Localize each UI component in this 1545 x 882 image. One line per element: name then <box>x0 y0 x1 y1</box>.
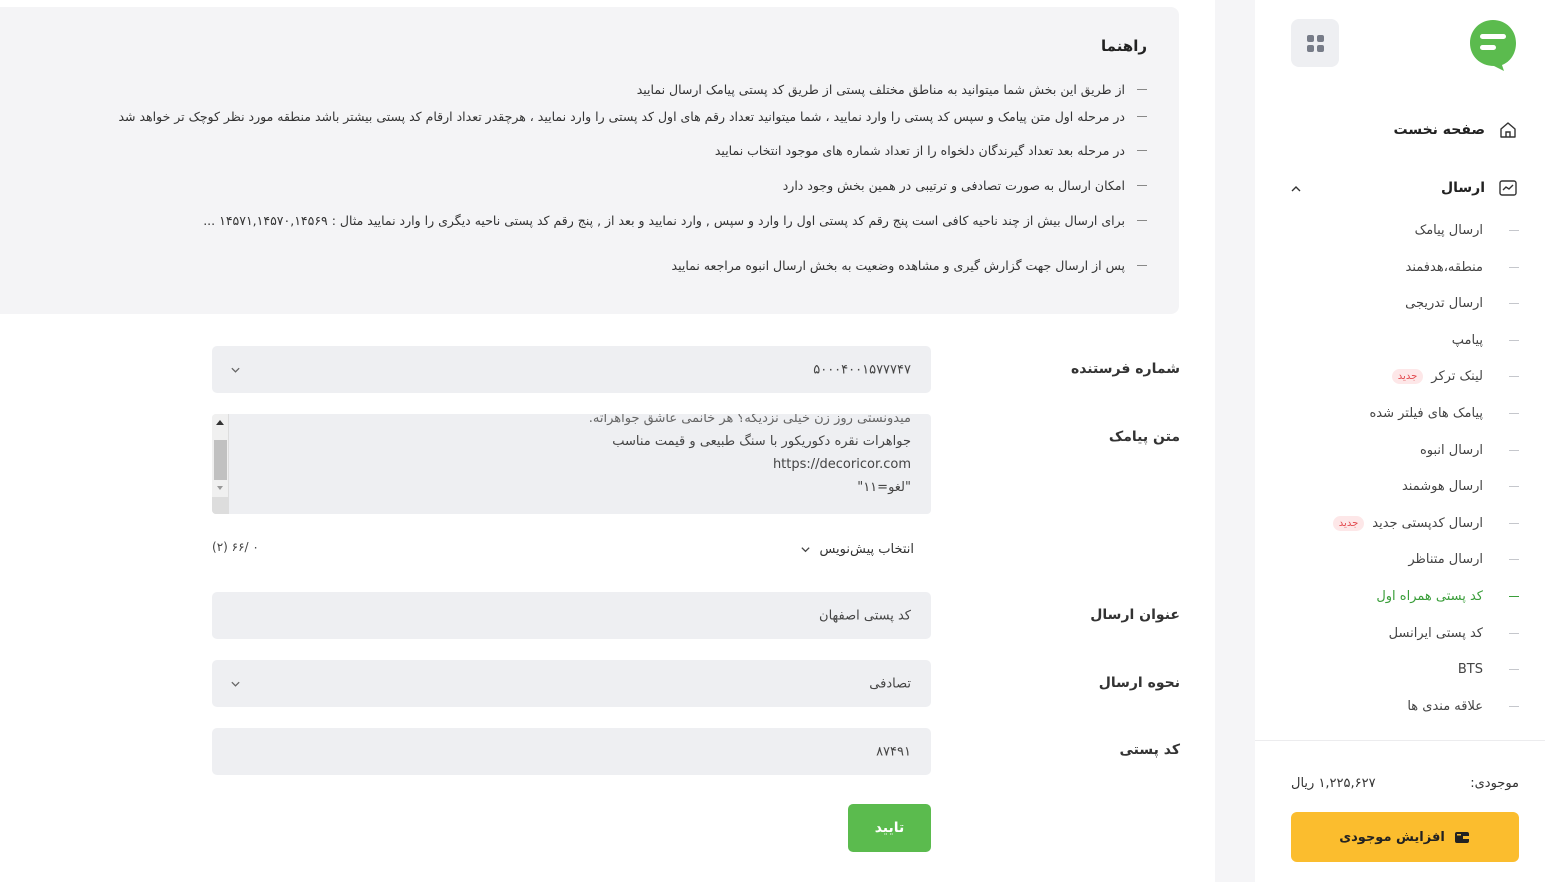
scroll-thumb[interactable] <box>214 440 227 480</box>
guide-item: پس از ارسال جهت گزارش گیری و مشاهده وضعی… <box>672 258 1147 273</box>
draft-select-label: انتخاب پیش‌نویس <box>819 541 914 557</box>
sidebar-subitem[interactable]: BTS <box>1458 659 1519 679</box>
textarea-scrollbar[interactable] <box>212 414 229 514</box>
postal-value: ۸۷۴۹۱ <box>876 744 911 759</box>
balance-value: ۱,۲۲۵,۶۲۷ ریال <box>1291 776 1376 791</box>
balance-label: موجودی: <box>1470 776 1519 791</box>
guide-item: در مرحله بعد تعداد گیرندگان دلخواه را از… <box>715 143 1147 158</box>
sidebar-subitem[interactable]: پیامپ <box>1452 330 1519 350</box>
guide-panel: راهنما از طریق این بخش شما میتوانید به م… <box>0 7 1179 314</box>
method-value: تصادفی <box>869 676 911 691</box>
sidebar-subitem[interactable]: علاقه مندی ها <box>1407 696 1519 716</box>
sidebar-divider <box>1215 0 1255 882</box>
message-line: "لغو=۱۱" <box>857 480 911 495</box>
chevron-down-icon <box>231 367 240 373</box>
title-value: کد پستی اصفهان <box>819 608 911 623</box>
submit-button[interactable]: تایید <box>848 804 931 852</box>
send-chart-icon <box>1499 180 1517 196</box>
sidebar-item-label: ارسال <box>1440 180 1485 196</box>
chevron-down-icon <box>231 681 240 687</box>
draft-select[interactable]: انتخاب پیش‌نویس <box>786 539 914 559</box>
sidebar-subitem[interactable]: ارسال هوشمند <box>1402 476 1519 496</box>
sidebar-subitem[interactable]: ارسال کدپستی جدید جدید <box>1332 513 1519 533</box>
postal-label: کد پستی <box>1119 742 1180 758</box>
message-line: https://decoricor.com <box>772 457 911 472</box>
title-input[interactable]: کد پستی اصفهان <box>212 592 931 639</box>
guide-item: از طریق این بخش شما میتوانید به مناطق مخ… <box>637 82 1147 97</box>
sidebar-subitem-active[interactable]: کد پستی همراه اول <box>1376 586 1519 606</box>
scroll-down-arrow-icon[interactable] <box>217 486 223 490</box>
topup-label: افزایش موجودی <box>1339 829 1445 845</box>
wallet-icon <box>1454 832 1469 843</box>
title-label: عنوان ارسال <box>1090 607 1180 623</box>
sidebar-separator <box>1255 740 1545 741</box>
sidebar-subitem[interactable]: ارسال تدریجی <box>1405 293 1519 313</box>
sidebar-subitem[interactable]: ارسال پیامک <box>1415 220 1519 240</box>
grid-icon <box>1306 34 1324 52</box>
message-line: میدونستی روز زن خیلی نزدیکه؟ هر خانمی عا… <box>588 414 911 426</box>
home-icon <box>1500 122 1516 138</box>
sender-value: ۵۰۰۰۴۰۰۱۵۷۷۷۴۷ <box>813 362 911 377</box>
guide-item: امکان ارسال به صورت تصادفی و ترتیبی در ه… <box>783 178 1147 193</box>
message-label: متن پیامک <box>1108 429 1180 445</box>
resize-grip-icon[interactable] <box>212 497 229 514</box>
apps-menu-button[interactable] <box>1291 19 1339 67</box>
guide-item: در مرحله اول متن پیامک و سپس کد پستی را … <box>118 109 1147 124</box>
chevron-up-icon[interactable] <box>1290 183 1302 195</box>
new-badge: جدید <box>1332 515 1365 531</box>
method-select[interactable]: تصادفی <box>212 660 931 707</box>
topup-button[interactable]: افزایش موجودی <box>1291 812 1519 862</box>
scroll-up-arrow-icon[interactable] <box>216 420 224 425</box>
guide-title: راهنما <box>1101 37 1147 55</box>
message-textarea[interactable]: میدونستی روز زن خیلی نزدیکه؟ هر خانمی عا… <box>212 414 931 514</box>
chevron-down-icon <box>801 546 811 552</box>
guide-item: برای ارسال بیش از چند ناحیه کافی است پنج… <box>203 213 1147 228</box>
logo-icon <box>1470 20 1516 71</box>
postal-input[interactable]: ۸۷۴۹۱ <box>212 728 931 775</box>
sidebar-subitem[interactable]: ارسال متناظر <box>1408 549 1519 569</box>
sidebar-item-label: صفحه نخست <box>1393 122 1485 138</box>
balance-row: موجودی: ۱,۲۲۵,۶۲۷ ریال <box>1291 776 1519 791</box>
char-counter: ۰ /۶۶ (۲) <box>212 540 259 554</box>
message-line: جواهرات نقره دکوریکور با سنگ طبیعی و قیم… <box>612 434 911 449</box>
new-badge: جدید <box>1391 368 1424 384</box>
sender-select[interactable]: ۵۰۰۰۴۰۰۱۵۷۷۷۴۷ <box>212 346 931 393</box>
sidebar-subitem[interactable]: ارسال انبوه <box>1420 440 1519 460</box>
sender-label: شماره فرستنده <box>1070 361 1180 377</box>
sidebar-item-send[interactable]: ارسال <box>1441 177 1519 199</box>
sidebar-subitem[interactable]: کد پستی ایرانسل <box>1389 623 1519 643</box>
sidebar-subitem[interactable]: لینک ترکر جدید <box>1391 366 1519 386</box>
method-label: نحوه ارسال <box>1098 675 1180 691</box>
sidebar-item-home[interactable]: صفحه نخست <box>1394 119 1519 141</box>
sidebar-subitem[interactable]: پیامک های فیلتر شده <box>1369 403 1519 423</box>
sidebar-subitem[interactable]: منطقه،هدفمند <box>1406 257 1519 277</box>
